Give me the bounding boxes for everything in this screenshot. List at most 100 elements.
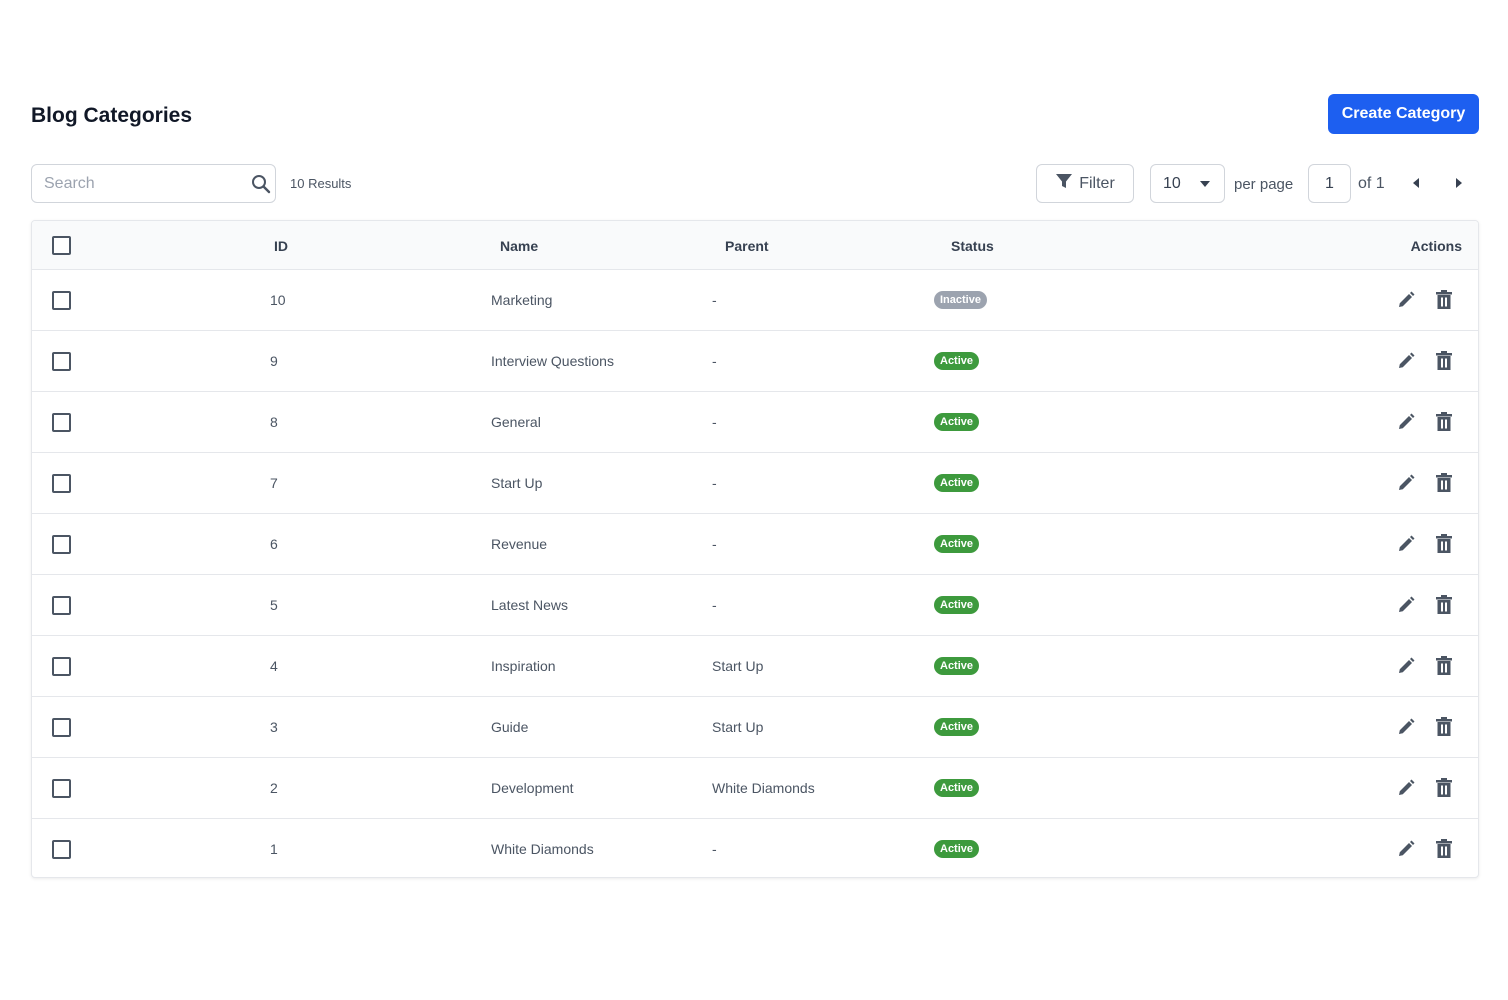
cell-id: 5 <box>270 597 278 613</box>
search-input[interactable] <box>44 174 251 193</box>
cell-parent: - <box>712 414 717 430</box>
cell-parent: Start Up <box>712 658 764 674</box>
trash-icon[interactable] <box>1433 289 1455 311</box>
cell-name: Inspiration <box>491 658 556 674</box>
per-page-value: 10 <box>1163 174 1181 192</box>
page-number-input[interactable] <box>1308 164 1351 203</box>
select-all-checkbox[interactable] <box>52 236 71 255</box>
cell-name: Interview Questions <box>491 353 614 369</box>
trash-icon[interactable] <box>1433 411 1455 433</box>
cell-parent: - <box>712 475 717 491</box>
table-row: 7 Start Up - Active <box>32 453 1478 514</box>
per-page-select[interactable]: 10 <box>1150 164 1225 203</box>
trash-icon[interactable] <box>1433 716 1455 738</box>
cell-id: 7 <box>270 475 278 491</box>
caret-left-icon[interactable] <box>1408 175 1424 191</box>
categories-table: ID Name Parent Status Actions 10 Marketin… <box>31 220 1479 878</box>
trash-icon[interactable] <box>1433 533 1455 555</box>
column-header-id[interactable]: ID <box>274 238 288 254</box>
column-header-name[interactable]: Name <box>500 238 538 254</box>
caret-down-icon <box>1200 175 1210 193</box>
status-badge: Inactive <box>934 291 987 309</box>
status-badge: Active <box>934 779 980 797</box>
column-header-actions: Actions <box>1410 238 1462 254</box>
table-row: 4 Inspiration Start Up Active <box>32 636 1478 697</box>
column-header-status[interactable]: Status <box>951 238 994 254</box>
row-checkbox[interactable] <box>52 291 71 310</box>
cell-name: Revenue <box>491 536 548 552</box>
cell-id: 3 <box>270 719 278 735</box>
cell-parent: - <box>712 841 717 857</box>
pencil-icon[interactable] <box>1395 838 1417 860</box>
row-checkbox[interactable] <box>52 596 71 615</box>
status-badge: Active <box>934 474 980 492</box>
row-checkbox[interactable] <box>52 474 71 493</box>
status-badge: Active <box>934 535 980 553</box>
cell-id: 10 <box>270 292 286 308</box>
column-header-parent[interactable]: Parent <box>725 238 769 254</box>
filter-label: Filter <box>1079 174 1115 192</box>
row-checkbox[interactable] <box>52 718 71 737</box>
status-badge: Active <box>934 352 980 370</box>
table-row: 2 Development White Diamonds Active <box>32 758 1478 819</box>
page-title: Blog Categories <box>31 104 193 127</box>
cell-name: Latest News <box>491 597 569 613</box>
trash-icon[interactable] <box>1433 838 1455 860</box>
pencil-icon[interactable] <box>1395 289 1417 311</box>
cell-parent: - <box>712 536 717 552</box>
per-page-label: per page <box>1234 176 1294 193</box>
pencil-icon[interactable] <box>1395 411 1417 433</box>
caret-right-icon[interactable] <box>1451 175 1467 191</box>
cell-name: Guide <box>491 719 529 735</box>
cell-name: Marketing <box>491 292 553 308</box>
status-badge: Active <box>934 840 980 858</box>
row-checkbox[interactable] <box>52 657 71 676</box>
pencil-icon[interactable] <box>1395 350 1417 372</box>
table-header: ID Name Parent Status Actions <box>32 221 1478 270</box>
table-row: 6 Revenue - Active <box>32 514 1478 575</box>
table-row: 5 Latest News - Active <box>32 575 1478 636</box>
table-row: 10 Marketing - Inactive <box>32 270 1478 331</box>
table-row: 1 White Diamonds - Active <box>32 819 1478 877</box>
page-total: of 1 <box>1358 175 1385 192</box>
cell-name: White Diamonds <box>491 841 594 857</box>
cell-id: 9 <box>270 353 278 369</box>
row-checkbox[interactable] <box>52 535 71 554</box>
status-badge: Active <box>934 596 980 614</box>
pencil-icon[interactable] <box>1395 533 1417 555</box>
pencil-icon[interactable] <box>1395 594 1417 616</box>
row-checkbox[interactable] <box>52 352 71 371</box>
cell-name: Start Up <box>491 475 543 491</box>
search-icon[interactable] <box>251 173 271 195</box>
cell-parent: White Diamonds <box>712 780 815 796</box>
cell-id: 1 <box>270 841 278 857</box>
cell-id: 4 <box>270 658 278 674</box>
row-checkbox[interactable] <box>52 840 71 859</box>
table-row: 8 General - Active <box>32 392 1478 453</box>
trash-icon[interactable] <box>1433 594 1455 616</box>
results-count: 10 Results <box>290 176 352 191</box>
cell-id: 8 <box>270 414 278 430</box>
status-badge: Active <box>934 413 980 431</box>
status-badge: Active <box>934 718 980 736</box>
cell-parent: Start Up <box>712 719 764 735</box>
cell-parent: - <box>712 597 717 613</box>
filter-icon <box>1055 172 1073 195</box>
create-category-button[interactable]: Create Category <box>1328 94 1479 134</box>
trash-icon[interactable] <box>1433 777 1455 799</box>
filter-button[interactable]: Filter <box>1036 164 1134 203</box>
row-checkbox[interactable] <box>52 413 71 432</box>
row-checkbox[interactable] <box>52 779 71 798</box>
status-badge: Active <box>934 657 980 675</box>
trash-icon[interactable] <box>1433 472 1455 494</box>
search-box[interactable] <box>31 164 276 203</box>
trash-icon[interactable] <box>1433 350 1455 372</box>
pencil-icon[interactable] <box>1395 777 1417 799</box>
pencil-icon[interactable] <box>1395 655 1417 677</box>
table-row: 3 Guide Start Up Active <box>32 697 1478 758</box>
trash-icon[interactable] <box>1433 655 1455 677</box>
pencil-icon[interactable] <box>1395 716 1417 738</box>
cell-name: General <box>491 414 541 430</box>
cell-id: 2 <box>270 780 278 796</box>
pencil-icon[interactable] <box>1395 472 1417 494</box>
